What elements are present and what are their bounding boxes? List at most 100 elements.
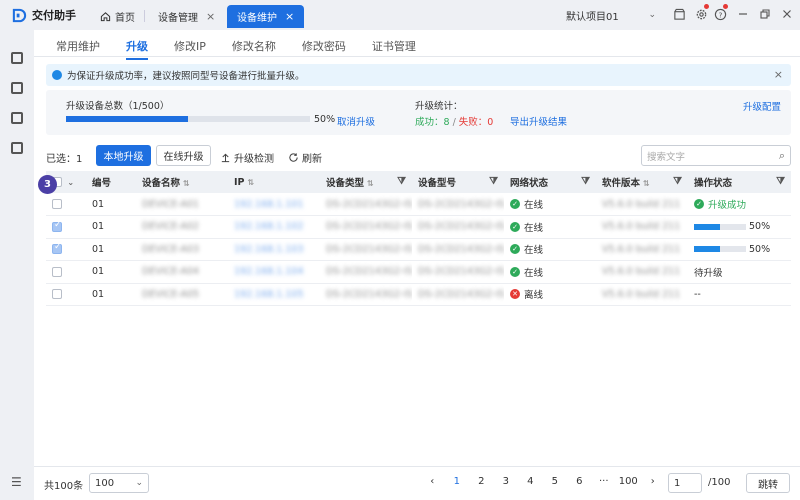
- sort-icon[interactable]: ⇅: [367, 179, 374, 188]
- cell-name: DEVICE-A03: [136, 238, 228, 261]
- row-checkbox[interactable]: [52, 199, 62, 209]
- op-progress-bar: [694, 223, 746, 230]
- online-icon: ✓: [510, 199, 520, 209]
- search-icon[interactable]: ⌕: [779, 149, 785, 163]
- goto-button[interactable]: 跳转: [746, 473, 790, 493]
- filter-icon[interactable]: ⧩: [397, 176, 406, 187]
- column-header-network[interactable]: 网络状态 ⧩: [504, 171, 596, 193]
- table-row[interactable]: 01 DEVICE-A05 192.168.1.105 DS-2CD2143G2-IS…: [46, 283, 791, 306]
- pagination-bar: 共100条 100 ⌄ ‹ 1 2 3 4 5 6 ··· 100 › 1 /100 跳转: [34, 466, 800, 500]
- sort-icon[interactable]: ⇅: [643, 179, 650, 188]
- column-header-ip[interactable]: IP ⇅: [228, 171, 320, 193]
- chevron-down-icon[interactable]: ⌄: [67, 178, 74, 187]
- local-upgrade-button[interactable]: 本地升级: [96, 145, 151, 166]
- minimize-icon[interactable]: [735, 6, 751, 22]
- filter-icon[interactable]: ⧩: [776, 176, 785, 187]
- cancel-upgrade-link[interactable]: 取消升级: [337, 114, 375, 128]
- column-header-name[interactable]: 设备名称 ⇅: [136, 171, 228, 193]
- table-row[interactable]: 01DEVICE-A02192.168.1.102DS-2CD2143G2-IS…: [46, 215, 791, 239]
- subtab-modify-ip[interactable]: 修改IP: [174, 38, 206, 58]
- subtab-modify-name[interactable]: 修改名称: [232, 38, 276, 58]
- device-icon[interactable]: [11, 52, 23, 64]
- subtab-modify-password[interactable]: 修改密码: [302, 38, 346, 58]
- tab-device-management[interactable]: 设备管理 ×: [158, 5, 215, 28]
- online-upgrade-button[interactable]: 在线升级: [156, 145, 211, 166]
- upgrade-config-link[interactable]: 升级配置: [743, 99, 781, 113]
- table-row[interactable]: 01 DEVICE-A04 192.168.1.104 DS-2CD2143G2-IS…: [46, 260, 791, 284]
- row-select-cell[interactable]: [46, 260, 86, 284]
- close-icon[interactable]: [779, 6, 795, 22]
- cell-network: ✓ 在线: [504, 238, 596, 261]
- notification-dot: [704, 4, 709, 9]
- column-header-model[interactable]: 设备型号 ⧩: [412, 171, 504, 193]
- row-select-cell[interactable]: [46, 238, 86, 261]
- subtab-common-maintenance[interactable]: 常用维护: [56, 38, 100, 58]
- page-number[interactable]: 5: [543, 476, 568, 487]
- next-page-icon[interactable]: ›: [641, 476, 666, 487]
- close-icon[interactable]: ×: [774, 68, 783, 81]
- success-icon: ✓: [694, 199, 704, 209]
- column-header-operation[interactable]: 操作状态 ⧩: [688, 171, 791, 193]
- row-select-cell[interactable]: [46, 215, 86, 239]
- column-header-version[interactable]: 软件版本 ⇅ ⧩: [596, 171, 688, 193]
- upgrade-check-button[interactable]: 升级检测: [220, 150, 274, 165]
- online-icon: ✓: [510, 244, 520, 255]
- export-results-link[interactable]: 导出升级结果: [510, 114, 567, 128]
- page-number[interactable]: 6: [567, 476, 592, 487]
- restore-icon[interactable]: [757, 6, 773, 22]
- table-row[interactable]: 01DEVICE-A03192.168.1.103DS-2CD2143G2-IS…: [46, 238, 791, 261]
- notice-text: 为保证升级成功率，建议按照同型号设备进行批量升级。: [67, 71, 305, 82]
- close-icon[interactable]: ×: [206, 10, 215, 23]
- row-checkbox[interactable]: [52, 242, 62, 255]
- refresh-button[interactable]: 刷新: [288, 150, 322, 165]
- network-status-text: 在线: [524, 245, 544, 257]
- menu-icon[interactable]: ☰: [11, 475, 22, 489]
- cell-ip[interactable]: 192.168.1.101: [228, 193, 320, 216]
- tab-home[interactable]: 首页: [100, 5, 135, 28]
- close-icon[interactable]: ×: [285, 10, 294, 23]
- page-size-select[interactable]: 100 ⌄: [89, 473, 149, 493]
- cell-ip[interactable]: 192.168.1.105: [228, 283, 320, 306]
- tools-icon[interactable]: [11, 142, 23, 154]
- page-ellipsis[interactable]: ···: [592, 476, 617, 487]
- sort-icon[interactable]: ⇅: [248, 178, 255, 187]
- filter-icon[interactable]: ⧩: [581, 176, 590, 187]
- page-number[interactable]: 100: [616, 476, 641, 487]
- prev-page-icon[interactable]: ‹: [420, 476, 445, 487]
- page-number[interactable]: 3: [494, 476, 519, 487]
- maintenance-icon[interactable]: [11, 112, 23, 124]
- page-number[interactable]: 4: [518, 476, 543, 487]
- left-rail: ☰: [0, 30, 34, 500]
- row-checkbox[interactable]: [52, 289, 62, 300]
- goto-page-input[interactable]: 1: [668, 473, 702, 493]
- column-header-type[interactable]: 设备类型 ⇅ ⧩: [320, 171, 412, 193]
- notice-banner: 为保证升级成功率，建议按照同型号设备进行批量升级。 ×: [46, 64, 791, 86]
- row-checkbox[interactable]: [52, 266, 62, 277]
- subtab-certificate[interactable]: 证书管理: [372, 38, 416, 58]
- cell-model: DS-2CD2143G2-IS: [412, 238, 504, 261]
- row-select-cell[interactable]: [46, 283, 86, 306]
- tab-device-maintenance[interactable]: 设备维护 ×: [227, 5, 305, 28]
- row-checkbox[interactable]: [52, 220, 62, 232]
- cell-ip[interactable]: 192.168.1.102: [228, 215, 320, 239]
- filter-icon[interactable]: ⧩: [489, 176, 498, 187]
- page-number[interactable]: 2: [469, 476, 494, 487]
- page-number[interactable]: 1: [445, 476, 470, 487]
- subtab-upgrade[interactable]: 升级: [126, 38, 148, 60]
- table-row[interactable]: 01 DEVICE-A01 192.168.1.101 DS-2CD2143G2-IS…: [46, 193, 791, 216]
- filter-icon[interactable]: ⧩: [673, 176, 682, 187]
- cell-ip[interactable]: 192.168.1.103: [228, 238, 320, 261]
- store-icon[interactable]: [671, 6, 687, 22]
- sort-icon[interactable]: ⇅: [183, 179, 190, 188]
- cell-ip[interactable]: 192.168.1.104: [228, 260, 320, 284]
- project-select[interactable]: 默认项目01 ⌄: [560, 5, 662, 25]
- op-progress-fill: [694, 246, 720, 253]
- home-icon: [100, 12, 111, 22]
- total-count: 共100条: [44, 481, 84, 492]
- config-icon[interactable]: [11, 82, 23, 94]
- cell-network: ✓ 在线: [504, 260, 596, 284]
- row-select-cell[interactable]: [46, 193, 86, 216]
- cell-operation: 50%: [688, 238, 791, 261]
- network-status-text: 离线: [524, 290, 544, 302]
- search-input[interactable]: 搜索文字 ⌕: [641, 145, 791, 166]
